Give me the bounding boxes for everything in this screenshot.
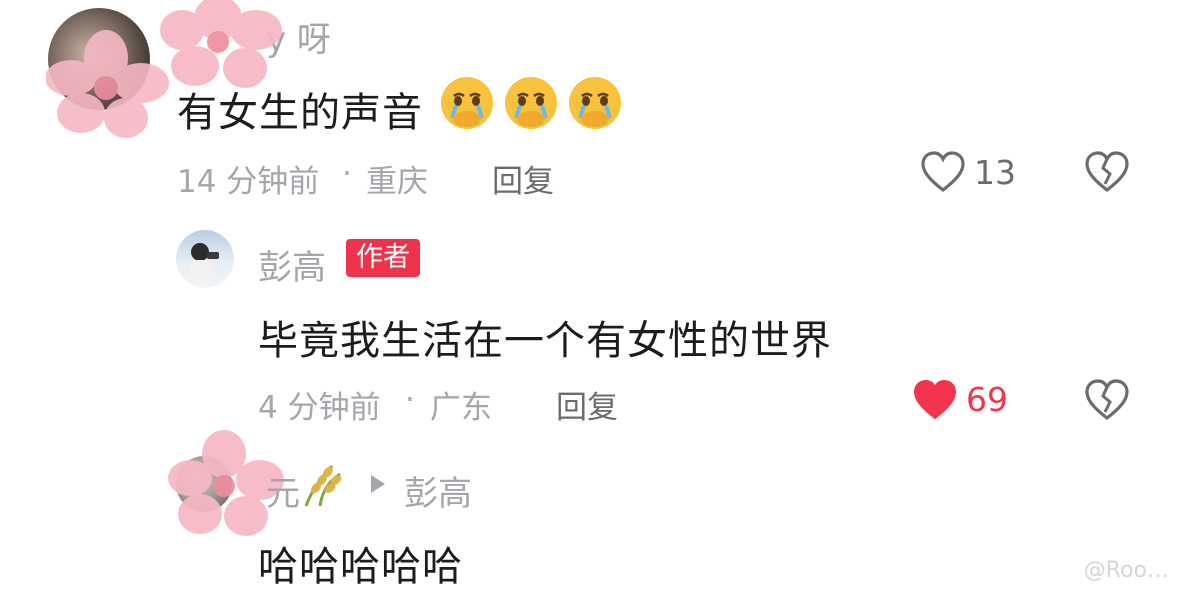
comment-author[interactable]: y 呀 [266, 12, 331, 61]
comment-text: 哈哈哈哈哈 [258, 544, 463, 590]
comment-time: 14 分钟前 [177, 164, 320, 200]
comment-author[interactable]: 彭高 [258, 240, 326, 289]
heart-outline-icon[interactable] [920, 150, 966, 194]
heart-filled-icon[interactable] [912, 378, 958, 422]
rice-ear-icon [304, 464, 342, 507]
avatar[interactable] [48, 8, 150, 110]
reply-arrow-icon [371, 475, 385, 493]
like-count: 13 [974, 153, 1016, 192]
comment-location: 广东 [430, 390, 492, 426]
watermark: @Roo… [1083, 558, 1169, 583]
like-count: 69 [966, 380, 1008, 419]
dislike-broken-heart-icon[interactable] [1084, 150, 1130, 194]
reply-to-user[interactable]: 彭高 [404, 466, 472, 515]
comment-author[interactable]: 元 [266, 466, 300, 515]
crying-face-covering-mouth-icon [441, 77, 493, 129]
avatar[interactable] [176, 456, 232, 512]
author-badge: 作者 [346, 239, 420, 277]
person-photo-icon [190, 243, 219, 284]
comment-time: 4 分钟前 [258, 390, 381, 426]
dislike-broken-heart-icon[interactable] [1084, 378, 1130, 422]
meta-separator: · [405, 382, 415, 418]
avatar[interactable] [176, 230, 234, 288]
comment-text: 毕竟我生活在一个有女性的世界 [258, 318, 832, 364]
comment-location: 重庆 [366, 164, 428, 200]
reply-button[interactable]: 回复 [492, 156, 554, 201]
meta-separator: · [342, 156, 352, 192]
crying-face-covering-mouth-icon [569, 77, 621, 129]
reply-button[interactable]: 回复 [556, 382, 618, 427]
comment-text: 有女生的声音 [177, 90, 423, 136]
crying-face-covering-mouth-icon [505, 77, 557, 129]
